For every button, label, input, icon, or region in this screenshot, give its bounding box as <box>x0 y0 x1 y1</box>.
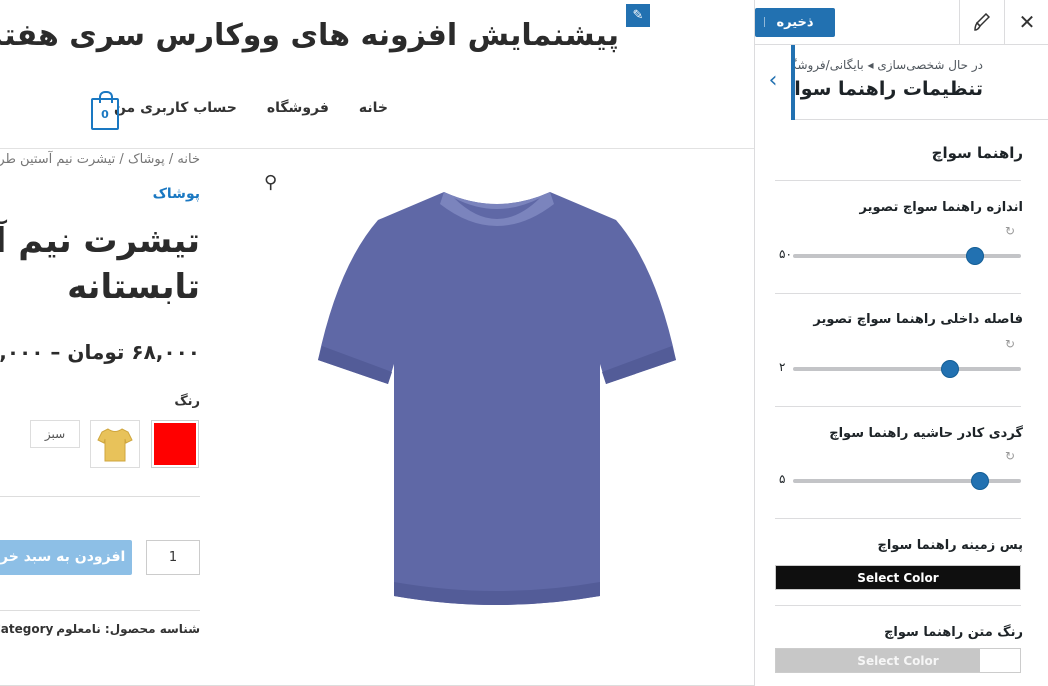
swatch-padding-label: فاصله داخلی راهنما سواچ تصویر <box>813 312 1023 327</box>
product-category-meta: Category <box>0 622 54 636</box>
divider <box>775 605 1021 606</box>
divider <box>775 518 1021 519</box>
swatch-size-label: اندازه راهنما سواچ تصویر <box>859 200 1023 215</box>
swatch-red-fill <box>154 423 196 465</box>
swatch-size-value: ۵۰ <box>779 247 792 261</box>
swatch-text-color-picker[interactable]: Select Color <box>775 648 1021 673</box>
color-picker-label: Select Color <box>857 654 939 668</box>
site-preview: پیشنمایش افزونه های ووکارس سری هفتم | ا … <box>0 0 754 686</box>
swatch-radius-label: گردی کادر حاشیه راهنما سواچ <box>829 426 1023 441</box>
nav-item-account[interactable]: حساب کاربری من <box>114 100 237 116</box>
save-button-label: ذخیره <box>776 15 814 30</box>
swatch-label-green[interactable]: سبز <box>30 420 80 448</box>
close-icon[interactable]: ✕ <box>1004 0 1048 45</box>
swatch-padding-value: ۲ <box>779 360 786 374</box>
swatch-radius-value: ۵ <box>779 472 786 486</box>
product-title: تیشرت نیم آ تابستانه <box>0 218 200 310</box>
cart-bag-icon[interactable]: 0 <box>91 91 119 130</box>
customizer-panel: ✕ ذخیره در حال شخصی‌سازی ◂ بایگانی/فروشگ… <box>754 0 1048 686</box>
category-link[interactable]: پوشاک <box>153 186 200 202</box>
back-chevron-icon[interactable]: › <box>755 45 795 120</box>
divider <box>0 496 200 497</box>
save-options-separator[interactable] <box>764 17 767 27</box>
edit-shortcut-pencil-icon[interactable]: ✎ <box>626 4 650 27</box>
brush-icon <box>974 12 991 31</box>
reset-icon[interactable]: ↻ <box>1005 449 1015 463</box>
swatch-radius-slider[interactable] <box>793 472 1021 490</box>
breadcrumb[interactable]: خانه / پوشاک / تیشرت نیم آستین طر <box>0 152 200 167</box>
color-preview <box>980 649 1020 672</box>
customizer-breadcrumb: در حال شخصی‌سازی ◂ بایگانی/فروشگاه <box>780 58 983 72</box>
customizer-header: ✕ ذخیره <box>755 0 1048 45</box>
site-title[interactable]: پیشنمایش افزونه های ووکارس سری هفتم | ا <box>0 18 619 53</box>
nav-item-home[interactable]: خانه <box>359 100 388 116</box>
controls-area: راهنما سواچ اندازه راهنما سواچ تصویر ↻ ۵… <box>755 120 1048 686</box>
section-title: تنظیمات راهنما سواچ <box>780 78 983 100</box>
divider <box>775 180 1021 181</box>
swatch-text-color-label: رنگ متن راهنما سواچ <box>884 625 1023 640</box>
product-image-tshirt[interactable] <box>316 186 678 608</box>
slider-thumb[interactable] <box>966 247 985 265</box>
product-title-line2: تابستانه <box>67 267 200 307</box>
swatch-bg-color-picker[interactable]: Select Color <box>775 565 1021 590</box>
cart-count: 0 <box>101 108 109 121</box>
swatch-bg-label: پس زمینه راهنما سواچ <box>877 538 1023 553</box>
swatch-red[interactable] <box>151 420 199 468</box>
site-title-text: پیشنمایش افزونه های ووکارس سری هفتم | <box>0 18 619 53</box>
product-price: ۶۸,۰۰۰ تومان – ۰,۰۰۰ <box>0 340 200 364</box>
control-group-title: راهنما سواچ <box>931 144 1023 162</box>
nav-item-shop[interactable]: فروشگاه <box>267 100 329 116</box>
yellow-tshirt-icon <box>97 428 133 462</box>
product-title-line1: تیشرت نیم آ <box>0 221 200 261</box>
reset-icon[interactable]: ↻ <box>1005 337 1015 351</box>
save-button[interactable]: ذخیره <box>755 8 835 37</box>
add-to-cart-button[interactable]: افزودن به سبد خرید <box>0 540 132 575</box>
swatch-image-yellow[interactable] <box>90 420 140 468</box>
reset-icon[interactable]: ↻ <box>1005 224 1015 238</box>
product-sku: شناسه محصول: نامعلوم <box>56 622 200 636</box>
section-header: در حال شخصی‌سازی ◂ بایگانی/فروشگاه تنظیم… <box>755 45 1048 120</box>
slider-thumb[interactable] <box>941 360 960 378</box>
swatch-padding-slider[interactable] <box>793 360 1021 378</box>
header-divider <box>0 148 754 149</box>
quantity-input[interactable]: 1 <box>146 540 200 575</box>
swatch-size-slider[interactable] <box>793 247 1021 265</box>
divider <box>775 406 1021 407</box>
customize-brush-icon[interactable] <box>959 0 1004 45</box>
divider <box>0 610 200 611</box>
main-nav: خانه فروشگاه حساب کاربری من <box>114 100 388 116</box>
slider-thumb[interactable] <box>970 472 989 490</box>
divider <box>775 293 1021 294</box>
zoom-search-icon[interactable]: ⚲ <box>264 172 277 193</box>
color-attribute-label: رنگ <box>174 394 200 409</box>
